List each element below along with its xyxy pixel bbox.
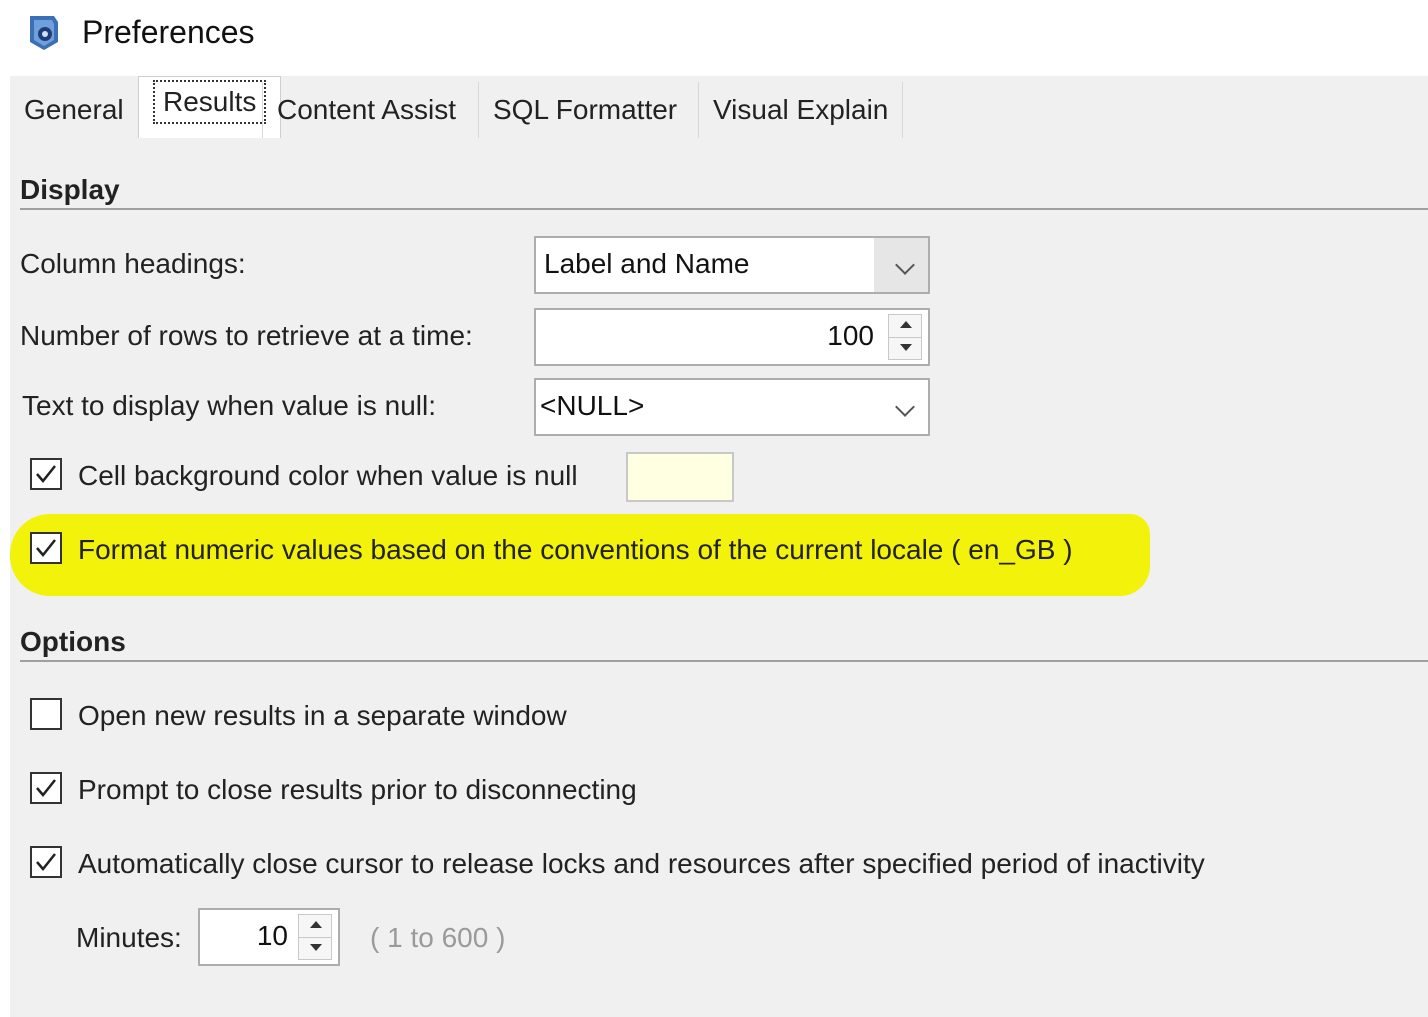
- checkmark-icon: [36, 853, 56, 871]
- tab-results-label: Results: [153, 80, 267, 124]
- minutes-spinner[interactable]: 10: [198, 908, 340, 966]
- open-new-window-checkbox[interactable]: [30, 698, 62, 730]
- preferences-app-icon: [30, 16, 58, 50]
- rows-value: 100: [827, 320, 874, 351]
- chevron-down-icon[interactable]: [895, 397, 915, 417]
- tab-visual-explain[interactable]: Visual Explain: [698, 82, 904, 138]
- format-numeric-checkbox[interactable]: [30, 532, 62, 564]
- rows-decrement-button[interactable]: [889, 337, 921, 359]
- arrow-down-icon: [900, 344, 912, 351]
- options-divider: [20, 660, 1428, 662]
- display-divider: [20, 208, 1428, 210]
- minutes-value: 10: [256, 920, 288, 951]
- null-text-value: <NULL>: [540, 390, 645, 421]
- minutes-increment-button[interactable]: [299, 915, 331, 937]
- tab-results[interactable]: Results: [138, 76, 282, 138]
- results-panel: Display Column headings: Label and Name …: [10, 138, 1428, 1017]
- format-numeric-label: Format numeric values based on the conve…: [78, 534, 1073, 565]
- title-bar: Preferences: [0, 0, 1428, 74]
- rows-increment-button[interactable]: [889, 315, 921, 337]
- null-color-swatch[interactable]: [626, 452, 734, 502]
- open-new-window-label: Open new results in a separate window: [78, 700, 567, 731]
- chevron-down-icon: [895, 255, 915, 275]
- tab-strip: General Results Content Assist SQL Forma…: [10, 76, 1428, 138]
- prompt-close-label: Prompt to close results prior to disconn…: [78, 774, 637, 805]
- tab-general[interactable]: General: [10, 82, 138, 138]
- options-section-title: Options: [20, 626, 126, 657]
- rows-spinner[interactable]: 100: [534, 308, 930, 366]
- null-text-label: Text to display when value is null:: [22, 390, 436, 421]
- column-headings-dropdown-button[interactable]: [874, 238, 928, 292]
- checkmark-icon: [36, 465, 56, 483]
- column-headings-label: Column headings:: [20, 248, 246, 279]
- rows-stepper[interactable]: [888, 314, 922, 360]
- column-headings-select[interactable]: Label and Name: [534, 236, 930, 294]
- tab-content-assist[interactable]: Content Assist: [262, 82, 470, 138]
- minutes-range-hint: ( 1 to 600 ): [370, 922, 506, 953]
- auto-close-checkbox[interactable]: [30, 846, 62, 878]
- checkmark-icon: [36, 539, 56, 557]
- tab-sql-formatter[interactable]: SQL Formatter: [478, 82, 691, 138]
- arrow-up-icon: [900, 321, 912, 328]
- rows-label: Number of rows to retrieve at a time:: [20, 320, 473, 351]
- minutes-stepper[interactable]: [298, 914, 332, 960]
- window-title: Preferences: [82, 14, 255, 50]
- prompt-close-checkbox[interactable]: [30, 772, 62, 804]
- arrow-down-icon: [310, 944, 322, 951]
- cell-bg-checkbox[interactable]: [30, 458, 62, 490]
- null-text-combo[interactable]: <NULL>: [534, 378, 930, 436]
- arrow-up-icon: [310, 921, 322, 928]
- cell-bg-label: Cell background color when value is null: [78, 460, 578, 491]
- minutes-label: Minutes:: [76, 922, 182, 953]
- display-section-title: Display: [20, 174, 120, 205]
- checkmark-icon: [36, 779, 56, 797]
- minutes-decrement-button[interactable]: [299, 937, 331, 959]
- auto-close-label: Automatically close cursor to release lo…: [78, 848, 1205, 879]
- column-headings-value: Label and Name: [544, 248, 750, 279]
